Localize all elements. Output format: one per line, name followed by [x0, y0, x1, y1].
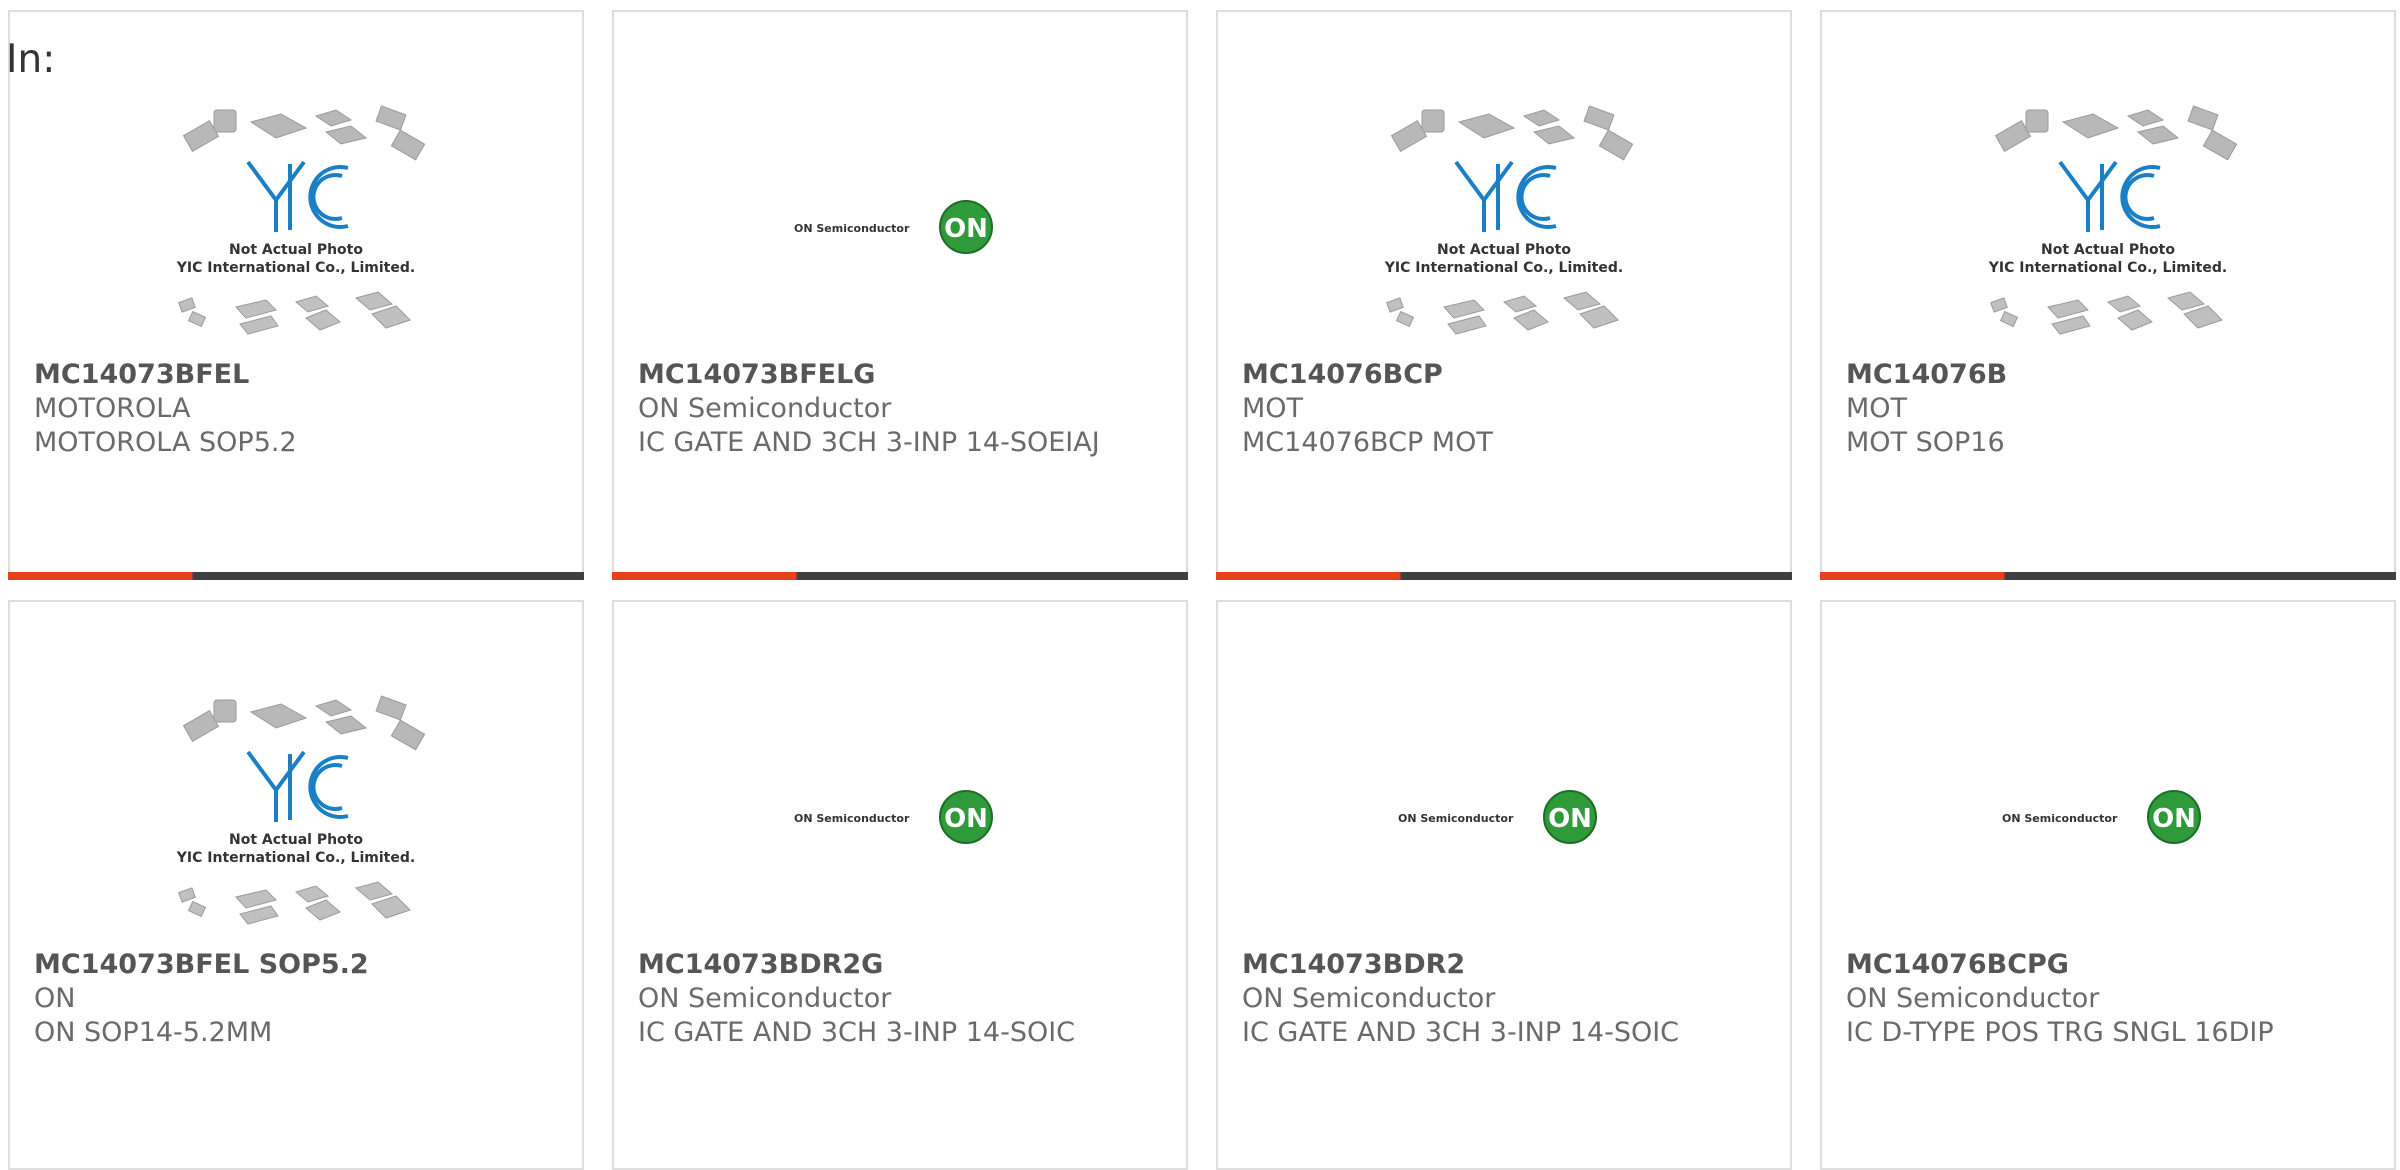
product-card[interactable]: ON Semiconductor ON MC14076BCPG ON Semico… [1820, 600, 2396, 1170]
yic-caption-1: Not Actual Photo [2041, 242, 2175, 258]
on-semiconductor-name: ON Semiconductor [2002, 812, 2118, 825]
product-card[interactable]: ON Semiconductor ON MC14073BFELG ON Semic… [612, 10, 1188, 580]
product-manufacturer: MOTOROLA [34, 393, 191, 424]
product-part-number[interactable]: MC14076BCPG [1846, 948, 2370, 982]
product-manufacturer: ON Semiconductor [638, 983, 892, 1014]
product-part-number[interactable]: MC14076B [1846, 358, 2370, 392]
on-mark: ON [1548, 804, 1592, 834]
product-part-number[interactable]: MC14073BFELG [638, 358, 1162, 392]
product-image[interactable]: Not Actual Photo YIC International Co., … [1218, 102, 1790, 352]
yic-caption-1: Not Actual Photo [229, 242, 363, 258]
yic-caption-2: YIC International Co., Limited. [176, 260, 415, 276]
product-card[interactable]: ON Semiconductor ON MC14073BDR2G ON Semic… [612, 600, 1188, 1170]
on-semiconductor-logo: ON Semiconductor ON [794, 790, 993, 844]
product-manufacturer: ON [34, 983, 76, 1014]
on-semiconductor-name: ON Semiconductor [794, 812, 910, 825]
product-manufacturer: ON Semiconductor [638, 393, 892, 424]
filter-label: In: [6, 37, 56, 82]
product-description: ON SOP14-5.2MM [34, 1017, 273, 1048]
product-card[interactable]: Not Actual Photo YIC International Co., … [1216, 10, 1792, 580]
product-image[interactable]: Not Actual Photo YIC International Co., … [10, 102, 582, 352]
product-description: MOT SOP16 [1846, 427, 2005, 458]
on-semiconductor-name: ON Semiconductor [1398, 812, 1514, 825]
product-info: MC14076BCPG ON Semiconductor IC D-TYPE POS… [1846, 948, 2370, 1050]
product-part-number[interactable]: MC14073BDR2G [638, 948, 1162, 982]
product-image[interactable]: ON Semiconductor ON [614, 692, 1186, 942]
card-accent-bar [1820, 572, 2396, 580]
product-info: MC14073BFELG ON Semiconductor IC GATE AND … [638, 358, 1162, 460]
product-part-number[interactable]: MC14076BCP [1242, 358, 1766, 392]
product-description: IC GATE AND 3CH 3-INP 14-SOEIAJ [638, 427, 1100, 458]
product-info: MC14073BFEL MOTOROLA MOTOROLA SOP5.2 [34, 358, 558, 460]
product-part-number[interactable]: MC14073BFEL SOP5.2 [34, 948, 558, 982]
yic-caption-2: YIC International Co., Limited. [176, 850, 415, 866]
product-description: MC14076BCP MOT [1242, 427, 1493, 458]
product-image[interactable]: ON Semiconductor ON [614, 102, 1186, 352]
on-mark: ON [944, 804, 988, 834]
card-accent-bar [8, 572, 584, 580]
on-mark: ON [2152, 804, 2196, 834]
product-manufacturer: MOT [1242, 393, 1304, 424]
product-info: MC14073BDR2G ON Semiconductor IC GATE AND … [638, 948, 1162, 1050]
yic-caption-1: Not Actual Photo [1437, 242, 1571, 258]
yic-caption-1: Not Actual Photo [229, 832, 363, 848]
product-image[interactable]: Not Actual Photo YIC International Co., … [10, 692, 582, 942]
on-semiconductor-name: ON Semiconductor [794, 222, 910, 235]
product-image[interactable]: ON Semiconductor ON [1218, 692, 1790, 942]
yic-placeholder-image: Not Actual Photo YIC International Co., … [1384, 105, 1634, 335]
product-info: MC14073BFEL SOP5.2 ON ON SOP14-5.2MM [34, 948, 558, 1050]
product-manufacturer: ON Semiconductor [1242, 983, 1496, 1014]
product-image[interactable]: ON Semiconductor ON [1822, 692, 2394, 942]
yic-placeholder-image: Not Actual Photo YIC International Co., … [1988, 105, 2238, 335]
product-image[interactable]: Not Actual Photo YIC International Co., … [1822, 102, 2394, 352]
card-accent-bar [612, 572, 1188, 580]
product-card[interactable]: Not Actual Photo YIC International Co., … [8, 10, 584, 580]
yic-caption-2: YIC International Co., Limited. [1988, 260, 2227, 276]
product-info: MC14073BDR2 ON Semiconductor IC GATE AND 3… [1242, 948, 1766, 1050]
yic-caption-2: YIC International Co., Limited. [1384, 260, 1623, 276]
product-description: IC D-TYPE POS TRG SNGL 16DIP [1846, 1017, 2274, 1048]
on-semiconductor-logo: ON Semiconductor ON [794, 200, 993, 254]
on-semiconductor-logo: ON Semiconductor ON [1398, 790, 1597, 844]
on-mark: ON [944, 214, 988, 244]
product-description: IC GATE AND 3CH 3-INP 14-SOIC [638, 1017, 1076, 1048]
product-part-number[interactable]: MC14073BDR2 [1242, 948, 1766, 982]
product-part-number[interactable]: MC14073BFEL [34, 358, 558, 392]
product-card[interactable]: Not Actual Photo YIC International Co., … [8, 600, 584, 1170]
product-card[interactable]: Not Actual Photo YIC International Co., … [1820, 10, 2396, 580]
product-description: MOTOROLA SOP5.2 [34, 427, 297, 458]
product-manufacturer: MOT [1846, 393, 1908, 424]
yic-placeholder-image: Not Actual Photo YIC International Co., … [176, 695, 426, 925]
product-manufacturer: ON Semiconductor [1846, 983, 2100, 1014]
product-info: MC14076BCP MOT MC14076BCP MOT [1242, 358, 1766, 460]
product-info: MC14076B MOT MOT SOP16 [1846, 358, 2370, 460]
product-description: IC GATE AND 3CH 3-INP 14-SOIC [1242, 1017, 1680, 1048]
yic-placeholder-image: Not Actual Photo YIC International Co., … [176, 105, 426, 335]
card-accent-bar [1216, 572, 1792, 580]
on-semiconductor-logo: ON Semiconductor ON [2002, 790, 2201, 844]
product-card[interactable]: ON Semiconductor ON MC14073BDR2 ON Semico… [1216, 600, 1792, 1170]
